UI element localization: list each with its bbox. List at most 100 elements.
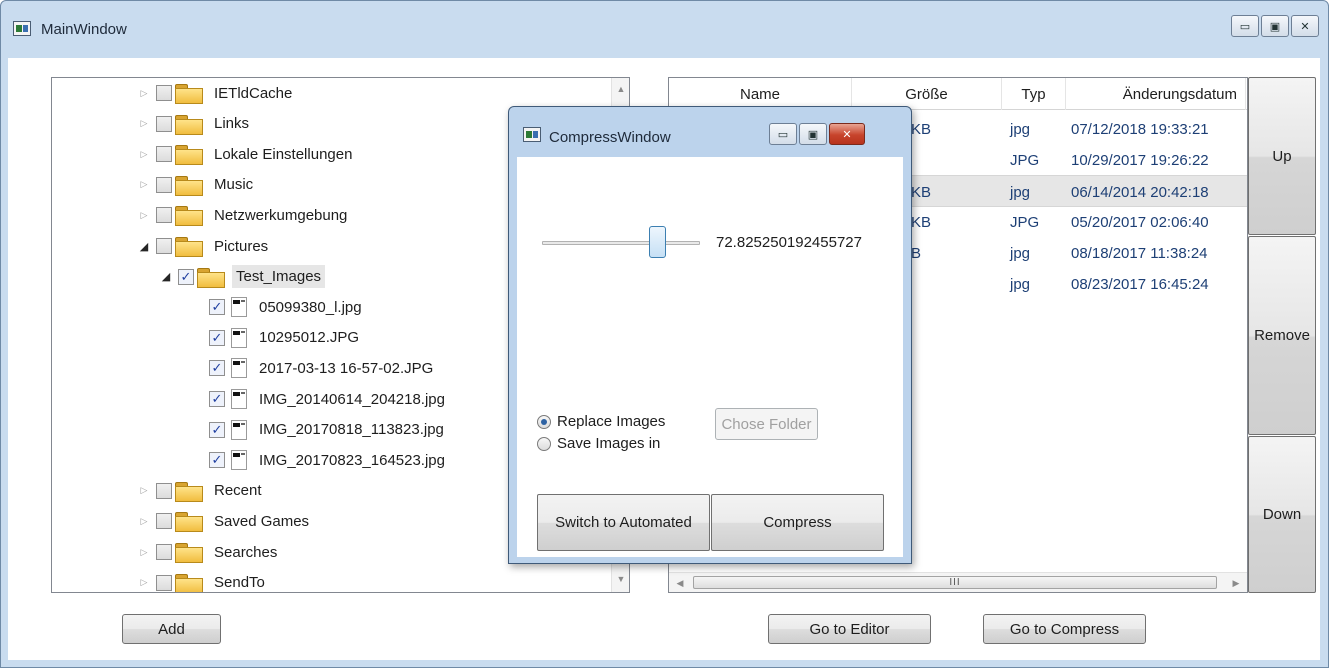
tree-file-item[interactable]: ✓ 05099380_l.jpg xyxy=(209,292,362,322)
tree-item-label: Links xyxy=(214,115,250,133)
radio-selected-icon[interactable] xyxy=(537,414,551,429)
tree-folder-item[interactable]: ▷ Music xyxy=(138,170,253,200)
slider-value-label: 72.825250192455727 xyxy=(716,234,862,251)
go-to-compress-button[interactable]: Go to Compress xyxy=(983,614,1146,644)
tree-checkbox[interactable] xyxy=(156,85,172,101)
quality-slider-thumb[interactable] xyxy=(649,226,667,258)
tree-file-item[interactable]: ✓ IMG_20140614_204218.jpg xyxy=(209,384,445,414)
tree-checkbox[interactable] xyxy=(156,207,172,224)
tree-item-label: Test_Images xyxy=(232,265,326,289)
column-header-date[interactable]: Änderungsdatum xyxy=(1066,78,1246,110)
tree-folder-item[interactable]: ▷ Recent xyxy=(138,476,262,506)
tree-item-label: Recent xyxy=(214,482,262,500)
cell-date: 07/12/2018 19:33:21 xyxy=(1071,120,1209,138)
tree-folder-item[interactable]: ◢ ✓ Test_Images xyxy=(160,262,326,292)
add-button[interactable]: Add xyxy=(122,614,221,644)
compress-minimize-button[interactable]: ▭ xyxy=(769,123,797,145)
compress-maximize-button[interactable]: ▣ xyxy=(799,123,827,145)
cell-type: jpg xyxy=(1010,275,1031,293)
go-to-editor-button[interactable]: Go to Editor xyxy=(768,614,931,644)
tree-folder-item[interactable]: ▷ IETldCache xyxy=(138,78,292,108)
save-images-in-option[interactable]: Save Images in xyxy=(537,435,660,452)
tree-checkbox[interactable] xyxy=(156,238,172,254)
down-button[interactable]: Down xyxy=(1248,436,1316,593)
collapsed-arrow-icon[interactable]: ▷ xyxy=(138,484,150,498)
tree-checkbox[interactable]: ✓ xyxy=(209,299,225,316)
folder-icon xyxy=(174,175,203,196)
quality-slider-track[interactable] xyxy=(542,241,700,245)
close-icon: ✕ xyxy=(1300,20,1310,33)
collapsed-arrow-icon[interactable]: ▷ xyxy=(138,117,150,131)
maximize-icon: ▣ xyxy=(807,128,819,141)
collapsed-arrow-icon[interactable]: ▷ xyxy=(138,576,150,590)
tree-checkbox[interactable] xyxy=(156,513,172,530)
scroll-down-arrow-icon[interactable]: ▼ xyxy=(612,570,629,588)
maximize-icon: ▣ xyxy=(1269,20,1281,33)
replace-images-option[interactable]: Replace Images xyxy=(537,413,665,430)
tree-checkbox[interactable]: ✓ xyxy=(209,360,225,377)
minimize-icon: ▭ xyxy=(777,128,789,141)
scroll-up-arrow-icon[interactable]: ▲ xyxy=(612,80,629,98)
folder-icon xyxy=(174,511,203,533)
minimize-icon: ▭ xyxy=(1239,20,1251,33)
cell-date: 05/20/2017 02:06:40 xyxy=(1071,213,1209,231)
scroll-left-arrow-icon[interactable]: ◀ xyxy=(671,573,689,592)
folder-icon xyxy=(174,114,203,135)
collapsed-arrow-icon[interactable]: ▷ xyxy=(138,545,150,559)
tree-folder-item[interactable]: ▷ SendTo xyxy=(138,568,265,592)
chose-folder-button[interactable]: Chose Folder xyxy=(715,408,818,440)
scroll-thumb[interactable]: III xyxy=(693,576,1217,589)
tree-file-item[interactable]: ✓ IMG_20170818_113823.jpg xyxy=(209,415,444,445)
tree-checkbox[interactable] xyxy=(156,574,172,591)
up-button[interactable]: Up xyxy=(1248,77,1316,235)
cell-date: 08/23/2017 16:45:24 xyxy=(1071,275,1209,293)
tree-checkbox[interactable]: ✓ xyxy=(178,268,194,285)
collapsed-arrow-icon[interactable]: ▷ xyxy=(138,147,150,161)
cell-size: KB xyxy=(911,213,932,231)
tree-checkbox[interactable]: ✓ xyxy=(209,329,225,346)
cell-size: KB xyxy=(911,120,932,138)
tree-checkbox[interactable] xyxy=(156,146,172,163)
tree-item-label: 10295012.JPG xyxy=(259,329,360,347)
tree-checkbox[interactable]: ✓ xyxy=(209,391,225,407)
radio-unselected-icon[interactable] xyxy=(537,436,551,451)
tree-checkbox[interactable] xyxy=(156,176,172,193)
cell-type: jpg xyxy=(1010,244,1031,262)
folder-icon xyxy=(174,236,203,257)
expanded-arrow-icon[interactable]: ◢ xyxy=(138,239,150,253)
column-header-type[interactable]: Typ xyxy=(1002,78,1066,110)
tree-folder-item[interactable]: ▷ Searches xyxy=(138,537,277,567)
tree-item-label: Music xyxy=(214,176,254,194)
switch-to-automated-button[interactable]: Switch to Automated xyxy=(537,494,710,551)
tree-checkbox[interactable] xyxy=(156,544,172,560)
tree-checkbox[interactable] xyxy=(156,482,172,499)
compress-close-button[interactable]: ✕ xyxy=(829,123,865,145)
tree-file-item[interactable]: ✓ 10295012.JPG xyxy=(209,323,359,353)
list-horizontal-scrollbar[interactable]: ◀ III ▶ xyxy=(669,572,1247,592)
folder-icon xyxy=(174,205,203,227)
tree-folder-item[interactable]: ▷ Saved Games xyxy=(138,506,309,536)
collapsed-arrow-icon[interactable]: ▷ xyxy=(138,208,150,222)
collapsed-arrow-icon[interactable]: ▷ xyxy=(138,86,150,100)
tree-checkbox[interactable]: ✓ xyxy=(209,452,225,469)
scroll-right-arrow-icon[interactable]: ▶ xyxy=(1227,573,1245,592)
tree-folder-item[interactable]: ▷ Netzwerkumgebung xyxy=(138,200,347,230)
tree-folder-item[interactable]: ▷ Lokale Einstellungen xyxy=(138,139,352,169)
tree-checkbox[interactable] xyxy=(156,115,172,132)
minimize-button[interactable]: ▭ xyxy=(1231,15,1259,37)
expanded-arrow-icon[interactable]: ◢ xyxy=(160,270,172,284)
collapsed-arrow-icon[interactable]: ▷ xyxy=(138,514,150,528)
remove-button[interactable]: Remove xyxy=(1248,236,1316,435)
tree-item-label: IMG_20140614_204218.jpg xyxy=(259,390,445,408)
tree-file-item[interactable]: ✓ IMG_20170823_164523.jpg xyxy=(209,445,445,475)
tree-file-item[interactable]: ✓ 2017-03-13 16-57-02.JPG xyxy=(209,353,433,383)
tree-item-label: SendTo xyxy=(214,574,265,592)
tree-folder-item[interactable]: ▷ Links xyxy=(138,109,249,139)
collapsed-arrow-icon[interactable]: ▷ xyxy=(138,178,150,192)
tree-folder-item[interactable]: ◢ Pictures xyxy=(138,231,268,261)
compress-button[interactable]: Compress xyxy=(711,494,884,551)
maximize-button[interactable]: ▣ xyxy=(1261,15,1289,37)
tree-checkbox[interactable]: ✓ xyxy=(209,421,225,438)
close-button[interactable]: ✕ xyxy=(1291,15,1319,37)
image-file-icon xyxy=(231,358,247,379)
